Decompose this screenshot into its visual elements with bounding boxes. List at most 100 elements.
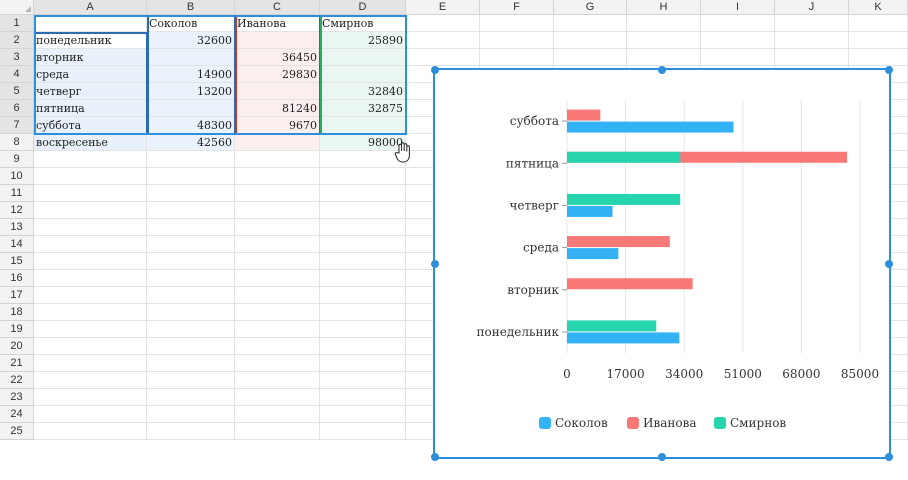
row-header-22[interactable]: 22 bbox=[0, 372, 34, 389]
cell-a23[interactable] bbox=[34, 389, 147, 406]
row-header-3[interactable]: 3 bbox=[0, 49, 34, 66]
cell-a6[interactable]: пятница bbox=[34, 100, 147, 117]
cell-c4[interactable]: 29830 bbox=[235, 66, 320, 83]
cell-b11[interactable] bbox=[147, 185, 235, 202]
cell-k3[interactable] bbox=[849, 49, 908, 66]
cell-a12[interactable] bbox=[34, 202, 147, 219]
cell-d24[interactable] bbox=[320, 406, 406, 423]
cell-c1[interactable]: Иванова bbox=[235, 15, 320, 32]
cell-c17[interactable] bbox=[235, 287, 320, 304]
cell-b8[interactable]: 42560 bbox=[147, 134, 235, 151]
cell-c10[interactable] bbox=[235, 168, 320, 185]
row-header-20[interactable]: 20 bbox=[0, 338, 34, 355]
cell-a3[interactable]: вторник bbox=[34, 49, 147, 66]
row-header-8[interactable]: 8 bbox=[0, 134, 34, 151]
cell-d16[interactable] bbox=[320, 270, 406, 287]
cell-a17[interactable] bbox=[34, 287, 147, 304]
cell-d4[interactable] bbox=[320, 66, 406, 83]
cell-g1[interactable] bbox=[554, 15, 627, 32]
row-header-13[interactable]: 13 bbox=[0, 219, 34, 236]
cell-b2[interactable]: 32600 bbox=[147, 32, 235, 49]
cell-g2[interactable] bbox=[554, 32, 627, 49]
cell-b7[interactable]: 48300 bbox=[147, 117, 235, 134]
cell-a9[interactable] bbox=[34, 151, 147, 168]
cell-d14[interactable] bbox=[320, 236, 406, 253]
row-header-7[interactable]: 7 bbox=[0, 117, 34, 134]
row-header-10[interactable]: 10 bbox=[0, 168, 34, 185]
cell-d5[interactable]: 32840 bbox=[320, 83, 406, 100]
cell-f3[interactable] bbox=[480, 49, 554, 66]
cell-i1[interactable] bbox=[701, 15, 775, 32]
row-header-4[interactable]: 4 bbox=[0, 66, 34, 83]
resize-handle-8[interactable] bbox=[885, 453, 893, 461]
column-header-e[interactable]: E bbox=[406, 0, 480, 15]
cell-a2[interactable]: понедельник bbox=[34, 32, 147, 49]
select-all-corner[interactable] bbox=[0, 0, 34, 15]
cell-c6[interactable]: 81240 bbox=[235, 100, 320, 117]
cell-k2[interactable] bbox=[849, 32, 908, 49]
cell-c24[interactable] bbox=[235, 406, 320, 423]
cell-c3[interactable]: 36450 bbox=[235, 49, 320, 66]
cell-c18[interactable] bbox=[235, 304, 320, 321]
cell-c23[interactable] bbox=[235, 389, 320, 406]
cell-a16[interactable] bbox=[34, 270, 147, 287]
cell-h1[interactable] bbox=[627, 15, 701, 32]
cell-b5[interactable]: 13200 bbox=[147, 83, 235, 100]
column-header-c[interactable]: C bbox=[235, 0, 320, 15]
bar-chart[interactable]: 0 17000 34000 51000 68000 85000 понедельник вто… bbox=[431, 66, 893, 461]
resize-handle-2[interactable] bbox=[658, 66, 666, 74]
cell-a14[interactable] bbox=[34, 236, 147, 253]
cell-b20[interactable] bbox=[147, 338, 235, 355]
cell-d11[interactable] bbox=[320, 185, 406, 202]
column-header-g[interactable]: G bbox=[554, 0, 627, 15]
row-header-23[interactable]: 23 bbox=[0, 389, 34, 406]
row-header-24[interactable]: 24 bbox=[0, 406, 34, 423]
cell-c16[interactable] bbox=[235, 270, 320, 287]
column-header-j[interactable]: J bbox=[775, 0, 849, 15]
cell-d17[interactable] bbox=[320, 287, 406, 304]
cell-a13[interactable] bbox=[34, 219, 147, 236]
cell-b22[interactable] bbox=[147, 372, 235, 389]
cell-i2[interactable] bbox=[701, 32, 775, 49]
cell-d6[interactable]: 32875 bbox=[320, 100, 406, 117]
cell-b12[interactable] bbox=[147, 202, 235, 219]
cell-j2[interactable] bbox=[775, 32, 849, 49]
cell-c21[interactable] bbox=[235, 355, 320, 372]
cell-b13[interactable] bbox=[147, 219, 235, 236]
column-header-a[interactable]: A bbox=[34, 0, 147, 15]
cell-b16[interactable] bbox=[147, 270, 235, 287]
cell-b19[interactable] bbox=[147, 321, 235, 338]
cell-i3[interactable] bbox=[701, 49, 775, 66]
cell-a25[interactable] bbox=[34, 423, 147, 440]
resize-handle-6[interactable] bbox=[431, 453, 439, 461]
cell-c22[interactable] bbox=[235, 372, 320, 389]
cell-f2[interactable] bbox=[480, 32, 554, 49]
column-header-h[interactable]: H bbox=[627, 0, 701, 15]
cell-h2[interactable] bbox=[627, 32, 701, 49]
row-header-18[interactable]: 18 bbox=[0, 304, 34, 321]
row-header-15[interactable]: 15 bbox=[0, 253, 34, 270]
cell-a20[interactable] bbox=[34, 338, 147, 355]
cell-b6[interactable] bbox=[147, 100, 235, 117]
row-header-5[interactable]: 5 bbox=[0, 83, 34, 100]
cell-a21[interactable] bbox=[34, 355, 147, 372]
cell-h3[interactable] bbox=[627, 49, 701, 66]
cell-d23[interactable] bbox=[320, 389, 406, 406]
cell-d12[interactable] bbox=[320, 202, 406, 219]
cell-c2[interactable] bbox=[235, 32, 320, 49]
column-header-b[interactable]: B bbox=[147, 0, 235, 15]
cell-a8[interactable]: воскресенье bbox=[34, 134, 147, 151]
cell-c13[interactable] bbox=[235, 219, 320, 236]
cell-a5[interactable]: четверг bbox=[34, 83, 147, 100]
cell-c19[interactable] bbox=[235, 321, 320, 338]
cell-a4[interactable]: среда bbox=[34, 66, 147, 83]
cell-b1[interactable]: Соколов bbox=[147, 15, 235, 32]
row-header-16[interactable]: 16 bbox=[0, 270, 34, 287]
cell-c7[interactable]: 9670 bbox=[235, 117, 320, 134]
cell-d15[interactable] bbox=[320, 253, 406, 270]
cell-d1[interactable]: Смирнов bbox=[320, 15, 406, 32]
cell-b24[interactable] bbox=[147, 406, 235, 423]
cell-d19[interactable] bbox=[320, 321, 406, 338]
cell-a19[interactable] bbox=[34, 321, 147, 338]
cell-d18[interactable] bbox=[320, 304, 406, 321]
